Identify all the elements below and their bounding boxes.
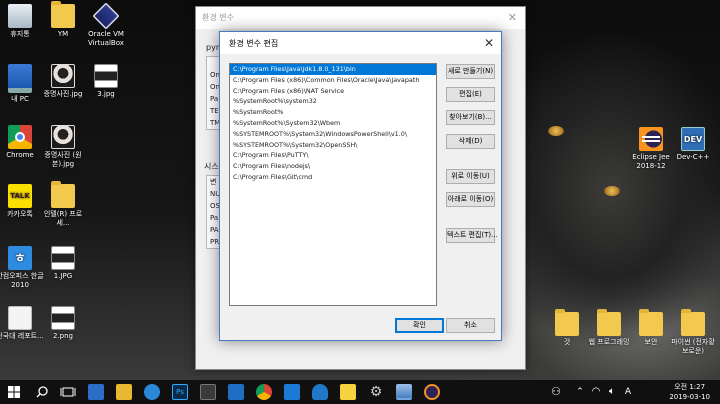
desktop-icon-hancom[interactable]: ㅎ 한컴오피스 한글 2010: [0, 246, 44, 290]
desktop-icon-folder-geot[interactable]: 것: [543, 309, 591, 347]
edge-browser-icon[interactable]: [144, 384, 160, 400]
desktop-icon-kakaotalk[interactable]: TALK 카카오톡: [0, 184, 44, 219]
folder-icon: [555, 309, 579, 336]
folder-icon: [51, 181, 75, 208]
taskbar-clock[interactable]: 오전 1:27 2019-03-10: [669, 382, 710, 402]
edit-environment-variable-dialog: 환경 변수 편집 ✕ C:\Program Files\Java\jdk1.8.…: [219, 31, 502, 341]
desktop-icon-2png[interactable]: 2.png: [39, 306, 87, 341]
new-button[interactable]: 새로 만들기(N): [446, 64, 495, 79]
windows-start-icon[interactable]: [6, 384, 22, 400]
path-list-item[interactable]: %SystemRoot%\System32\Wbem: [230, 118, 436, 129]
chrome-icon: [8, 125, 32, 149]
photoshop-icon[interactable]: Ps: [172, 384, 188, 400]
photo-icon: [51, 125, 75, 149]
desktop-icon-id-photo-original[interactable]: 증명사진 (원본).jpg: [39, 125, 87, 169]
chevron-up-icon[interactable]: ⌃: [572, 384, 588, 400]
path-list-item[interactable]: C:\Program Files\nodejs\: [230, 161, 436, 172]
move-down-button[interactable]: 아래로 이동(O): [446, 192, 495, 207]
image-file-icon: [94, 64, 118, 88]
desktop-icon-my-pc[interactable]: 내 PC: [0, 64, 44, 104]
dialog-titlebar: 환경 변수 편집 ✕: [220, 32, 501, 54]
path-list-item[interactable]: C:\Program Files (x86)\Common Files\Orac…: [230, 75, 436, 86]
close-icon[interactable]: ✕: [477, 32, 501, 54]
desktop-icon-virtualbox[interactable]: Oracle VM VirtualBox: [82, 2, 130, 48]
cat-eye: [604, 186, 620, 196]
hancom-icon: ㅎ: [8, 246, 32, 270]
desktop-icon-recycle-bin[interactable]: 휴지통: [0, 4, 44, 39]
recycle-bin-icon: [8, 4, 32, 28]
tablet-mode-icon[interactable]: [88, 384, 104, 400]
folder-icon: [51, 1, 75, 28]
ime-icon[interactable]: A: [620, 384, 636, 400]
desktop-icon-folder-security[interactable]: 보안: [627, 309, 675, 347]
desktop-icon-id-photo[interactable]: 증명사진.jpg: [39, 64, 87, 99]
edit-button[interactable]: 편집(E): [446, 87, 495, 102]
desktop-icon-1jpg[interactable]: 1.JPG: [39, 246, 87, 281]
image-file-icon: [51, 306, 75, 330]
kakaotalk-icon: TALK: [8, 184, 32, 208]
desktop-icon-dankook-report[interactable]: 단국대 레포트...: [0, 306, 44, 341]
task-view-icon[interactable]: [60, 384, 76, 400]
photo-icon: [51, 64, 75, 88]
dialog-title: 환경 변수 편집: [229, 39, 279, 48]
pc-icon: [8, 64, 32, 93]
desktop-icon-3jpg[interactable]: 3.jpg: [82, 64, 130, 99]
desktop-icon-eclipse[interactable]: Eclipse Jee 2018-12: [627, 127, 675, 171]
control-panel-icon[interactable]: [396, 384, 412, 400]
virtualbox-icon: [92, 2, 120, 30]
cat-eye: [548, 126, 564, 136]
mail-icon[interactable]: [228, 384, 244, 400]
document-icon: [8, 306, 32, 330]
file-explorer-icon[interactable]: [116, 384, 132, 400]
cancel-button[interactable]: 취소: [446, 318, 495, 333]
eclipse-icon: [639, 127, 663, 151]
desktop-icon-devcpp[interactable]: DEV Dev-C++: [669, 127, 717, 162]
folder-icon: [681, 309, 705, 336]
volume-icon[interactable]: 🔈︎: [604, 384, 620, 400]
desktop-icon-folder-python[interactable]: 파이썬 (전자황보로운): [669, 309, 717, 356]
close-icon[interactable]: ✕: [508, 7, 517, 29]
env-window-titlebar: 환경 변수 ✕: [196, 7, 525, 29]
clock-time: 오전 1:27: [674, 383, 706, 391]
devcpp-icon: DEV: [681, 127, 705, 151]
wifi-icon[interactable]: ◠: [588, 384, 604, 400]
eclipse-taskbar-icon[interactable]: [424, 384, 440, 400]
vscode-icon[interactable]: [284, 384, 300, 400]
folder-icon: [597, 309, 621, 336]
path-list-item[interactable]: %SYSTEMROOT%\System32\OpenSSH\: [230, 140, 436, 151]
move-up-button[interactable]: 위로 이동(U): [446, 169, 495, 184]
folder-icon: [639, 309, 663, 336]
path-list-item[interactable]: %SystemRoot%\system32: [230, 96, 436, 107]
clock-date: 2019-03-10: [669, 393, 710, 401]
path-list-item[interactable]: %SYSTEMROOT%\System32\WindowsPowerShell\…: [230, 129, 436, 140]
path-list-item[interactable]: C:\Program Files\PuTTY\: [230, 150, 436, 161]
system-vars-label: 시스: [204, 162, 219, 171]
path-list-item[interactable]: %SystemRoot%: [230, 107, 436, 118]
store-icon[interactable]: [200, 384, 216, 400]
desktop-icon-chrome[interactable]: Chrome: [0, 125, 44, 160]
path-list-item[interactable]: C:\Program Files (x86)\NAT Service: [230, 86, 436, 97]
taskbar: Ps ⚙ ⚇ ⌃ ◠ 🔈︎ A 오전 1:27 2019-03-10: [0, 380, 720, 404]
desktop-icon-ym[interactable]: YM: [39, 1, 87, 39]
path-list[interactable]: C:\Program Files\Java\jdk1.8.0_131\bin C…: [229, 63, 437, 306]
desktop-icon-intel[interactable]: 인텔(R) 프로세...: [39, 181, 87, 228]
path-list-item[interactable]: C:\Program Files\Java\jdk1.8.0_131\bin: [230, 64, 436, 75]
delete-button[interactable]: 삭제(D): [446, 134, 495, 149]
desktop-icon-folder-web[interactable]: 웹 프로그래밍: [585, 309, 633, 347]
image-file-icon: [51, 246, 75, 270]
onedrive-icon[interactable]: [312, 384, 328, 400]
env-window-title: 환경 변수: [202, 13, 234, 22]
edit-text-button[interactable]: 텍스트 편집(T)...: [446, 228, 498, 243]
ok-button[interactable]: 확인: [395, 318, 444, 333]
people-icon[interactable]: ⚇: [548, 384, 564, 400]
search-icon[interactable]: [34, 384, 50, 400]
sticky-notes-icon[interactable]: [340, 384, 356, 400]
chrome-taskbar-icon[interactable]: [256, 384, 272, 400]
path-list-item[interactable]: C:\Program Files\Git\cmd: [230, 172, 436, 183]
settings-gear-icon[interactable]: ⚙: [368, 384, 384, 400]
browse-button[interactable]: 찾아보기(B)...: [446, 110, 495, 125]
